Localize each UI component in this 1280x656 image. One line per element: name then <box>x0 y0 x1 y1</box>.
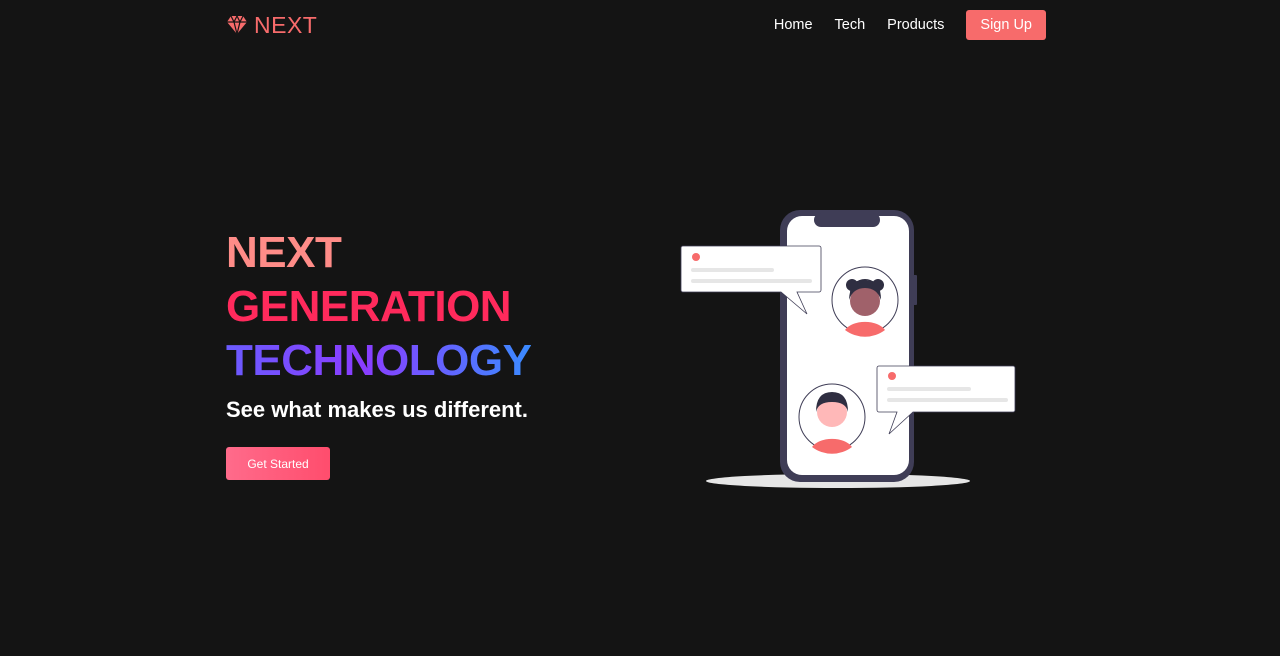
chat-bubble-left <box>680 245 822 315</box>
hero-line-technology: TECHNOLOGY <box>226 334 532 388</box>
brand-name: NEXT <box>254 11 318 38</box>
chat-bubble-right <box>876 365 1016 435</box>
phone-chat-illustration <box>680 205 1020 495</box>
diamond-icon <box>226 15 248 35</box>
navbar: NEXT Home Tech Products Sign Up <box>0 0 1280 50</box>
phone-notch <box>814 213 880 227</box>
hero-line-generation: GENERATION <box>226 282 512 331</box>
hero-title: NEXT GENERATION TECHNOLOGY <box>226 226 532 388</box>
landing-page: NEXT Home Tech Products Sign Up NEXT GEN… <box>0 0 1280 656</box>
nav-link-products[interactable]: Products <box>887 17 944 33</box>
sign-up-button[interactable]: Sign Up <box>966 10 1046 40</box>
nav-menu: Home Tech Products Sign Up <box>774 10 1046 40</box>
phone-side-button <box>913 275 917 305</box>
nav-link-tech[interactable]: Tech <box>835 17 866 33</box>
hero-line-next: NEXT <box>226 228 342 277</box>
phone-chat-svg <box>680 210 1016 488</box>
nav-link-home[interactable]: Home <box>774 17 813 33</box>
get-started-button[interactable]: Get Started <box>226 447 330 480</box>
hero-subtitle: See what makes us different. <box>226 397 528 422</box>
brand-logo[interactable]: NEXT <box>226 12 317 38</box>
